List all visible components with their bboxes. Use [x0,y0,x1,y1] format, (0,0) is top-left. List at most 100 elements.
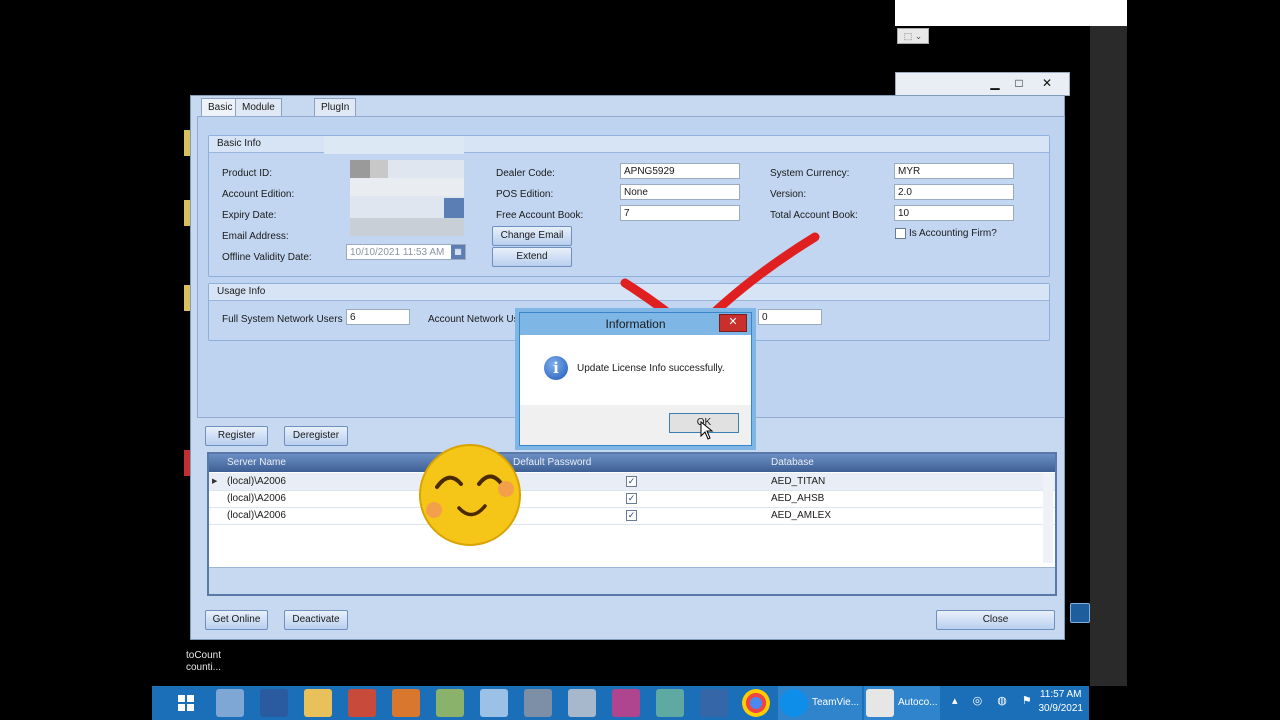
offline-validity-value: 10/10/2021 11:53 AM [350,247,445,258]
desktop-icon-label[interactable]: toCount counti... [186,650,221,674]
toolbox-icon[interactable] [348,689,376,717]
notes-icon[interactable] [656,689,684,717]
paint-icon[interactable] [612,689,640,717]
account-network-users-label: Account Network Use [428,314,525,325]
dialog-title: Information [520,313,751,335]
version-field[interactable]: 2.0 [894,184,1014,200]
database-cell[interactable]: AED_AHSB [771,490,824,507]
dealer-code-label: Dealer Code: [496,168,555,179]
default-password-checkbox[interactable]: ✓ [626,493,637,504]
close-button[interactable]: Close [936,610,1055,630]
window-close-button[interactable]: ✕ [1036,75,1058,91]
taskbar-clock[interactable]: 11:57 AM 30/9/2021 [1039,688,1084,716]
emoji-cheek [498,481,514,497]
start-icon[interactable] [172,689,200,717]
version-label: Version: [770,189,807,200]
server-name-cell[interactable]: (local)\A2006 [227,473,286,490]
tab-basic[interactable]: Basic [201,98,240,118]
table-row[interactable]: (local)\A2006 ✓ AED_AMLEX [209,507,1055,525]
system-currency-field[interactable]: MYR [894,163,1014,179]
info-icon: i [544,356,568,380]
default-password-checkbox[interactable]: ✓ [626,510,637,521]
pos-edition-label: POS Edition: [496,189,554,200]
camera-icon[interactable] [568,689,596,717]
total-account-book-field[interactable]: 10 [894,205,1014,221]
full-system-users-field[interactable]: 6 [346,309,410,325]
offline-validity-label: Offline Validity Date: [222,252,312,263]
expiry-date-label: Expiry Date: [222,210,277,221]
table-row[interactable]: (local)\A2006 ✓ AED_AHSB [209,490,1055,508]
autocount-label: Autoco... [898,697,938,708]
column-header-server-name[interactable]: Server Name [221,454,286,472]
get-online-button[interactable]: Get Online [205,610,268,630]
taskbar: TeamVie... Autoco... ▴ ◎ ◍ ⚑ 11:57 AM 30… [152,686,1089,720]
email-address-label: Email Address: [222,231,289,242]
dialog-close-button[interactable]: ✕ [719,314,747,332]
network-icon[interactable] [436,689,464,717]
dealer-code-field[interactable]: APNG5929 [620,163,740,179]
information-dialog: Information ✕ i Update License Info succ… [519,312,752,446]
account-edition-label: Account Edition: [222,189,295,200]
product-id-label: Product ID: [222,168,273,179]
change-email-button[interactable]: Change Email [492,226,572,246]
side-toggle-icon[interactable] [1070,603,1090,623]
extend-button[interactable]: Extend [492,247,572,267]
remote-icon[interactable] [700,689,728,717]
server-name-cell[interactable]: (local)\A2006 [227,490,286,507]
deregister-button[interactable]: Deregister [284,426,348,446]
file-explorer-icon[interactable] [304,689,332,717]
accounting-firm-checkbox[interactable] [895,228,906,239]
default-password-checkbox[interactable]: ✓ [626,476,637,487]
redacted-pixel [444,198,464,218]
total-account-book-label: Total Account Book: [770,210,858,221]
full-system-users-label: Full System Network Users [222,314,343,325]
folder-icon[interactable] [480,689,508,717]
teamviewer-label: TeamVie... [812,697,860,708]
minimize-button[interactable]: ▁ [984,75,1006,91]
dialog-body: i Update License Info successfully. [520,335,751,405]
dropdown-hint[interactable]: ⬚ ⌄ [897,28,929,44]
system-tray-icons[interactable]: ▴ ◎ ◍ ⚑ [952,694,1038,707]
redacted-pixel [350,160,370,178]
clock-time: 11:57 AM [1039,689,1082,700]
database-cell[interactable]: AED_AMLEX [771,507,831,524]
register-button[interactable]: Register [205,426,268,446]
device-icon[interactable] [392,689,420,717]
server-name-cell[interactable]: (local)\A2006 [227,507,286,524]
server-grid: Server Name Default Password Database ▶ … [207,452,1057,596]
system-currency-label: System Currency: [770,168,850,179]
autocount-taskbar-item[interactable]: Autoco... [864,686,940,720]
grid-scrollbar[interactable] [1043,473,1053,563]
row-indicator-icon: ▶ [212,478,218,485]
background-window-strip [895,0,1127,26]
pos-edition-field[interactable]: None [620,184,740,200]
autocount-icon [866,689,894,717]
maximize-button[interactable]: □ [1008,75,1030,91]
tab-plugin[interactable]: PlugIn [314,98,357,117]
redacted-pixel [370,160,388,178]
mouse-cursor-icon [700,421,714,440]
clock-date: 30/9/2021 [1038,703,1084,714]
chrome-icon[interactable] [742,689,770,717]
teamviewer-taskbar-item[interactable]: TeamVie... [778,686,862,720]
grid-footer [209,567,1055,594]
offline-validity-date-field[interactable]: 10/10/2021 11:53 AM ▦ [346,244,466,260]
deactivate-button[interactable]: Deactivate [284,610,348,630]
redacted-pixel [350,178,464,196]
grid-header: Server Name Default Password Database [209,454,1055,472]
free-account-book-field[interactable]: 7 [620,205,740,221]
column-header-database[interactable]: Database [765,454,814,472]
powershell-icon[interactable] [260,689,288,717]
window-caption: ▁ □ ✕ [895,72,1070,96]
server-manager-icon[interactable] [216,689,244,717]
redacted-area [350,160,464,236]
database-cell[interactable]: AED_TITAN [771,473,825,490]
settings-icon[interactable] [524,689,552,717]
table-row[interactable]: ▶ (local)\A2006 ✓ AED_TITAN [209,473,1055,491]
accounting-firm-label: Is Accounting Firm? [909,228,997,239]
desktop-label-line: toCount [186,650,222,661]
calendar-icon[interactable]: ▦ [451,245,465,259]
dialog-message: Update License Info successfully. [577,363,725,374]
tab-module-details[interactable]: Module Details [235,98,282,131]
teamviewer-icon [780,689,808,717]
